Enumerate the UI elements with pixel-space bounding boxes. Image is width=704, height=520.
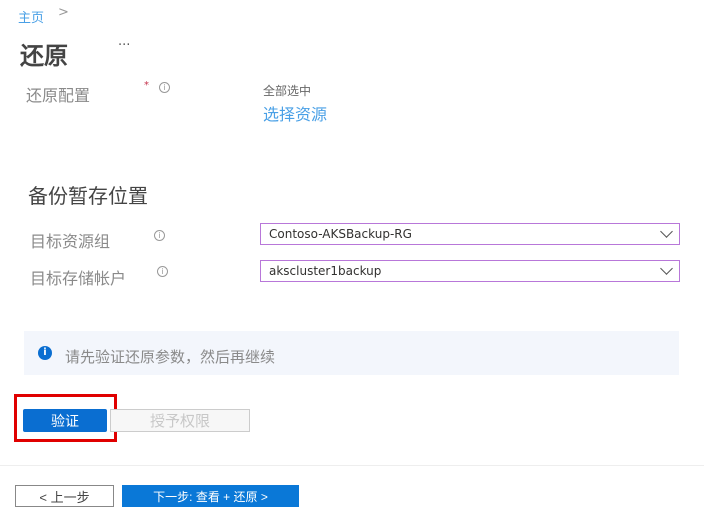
storage-account-label: 目标存储帐户 [30, 269, 127, 288]
resource-group-value: Contoso-AKSBackup-RG [269, 227, 412, 241]
divider [0, 465, 704, 466]
required-mark: * [144, 80, 149, 91]
selection-status: 全部选中 [263, 84, 312, 98]
page-title: 还原 [20, 42, 68, 70]
next-review-restore-button[interactable]: 下一步: 查看 + 还原 > [122, 485, 299, 507]
resource-group-label: 目标资源组 [30, 232, 111, 251]
chevron-down-icon [660, 225, 673, 238]
banner-text: 请先验证还原参数，然后再继续 [65, 348, 276, 366]
breadcrumb-home-link[interactable]: 主页 [18, 7, 44, 26]
grant-permissions-button[interactable]: 授予权限 [110, 409, 250, 432]
storage-account-value: akscluster1backup [269, 264, 382, 278]
info-icon: i [157, 266, 168, 277]
breadcrumb-separator: > [58, 5, 69, 20]
select-resources-link[interactable]: 选择资源 [263, 101, 327, 125]
resource-group-select[interactable]: Contoso-AKSBackup-RG [260, 223, 680, 245]
info-icon: i [38, 346, 52, 360]
info-icon: i [154, 230, 165, 241]
restore-config-label: 还原配置 [26, 86, 91, 105]
staging-heading: 备份暂存位置 [28, 184, 148, 208]
chevron-down-icon [660, 262, 673, 275]
info-banner: i 请先验证还原参数，然后再继续 [24, 331, 679, 375]
validate-button[interactable]: 验证 [23, 409, 107, 432]
storage-account-select[interactable]: akscluster1backup [260, 260, 680, 282]
previous-button[interactable]: < 上一步 [15, 485, 114, 507]
more-options-button[interactable]: ··· [118, 38, 130, 53]
info-icon: i [159, 82, 170, 93]
